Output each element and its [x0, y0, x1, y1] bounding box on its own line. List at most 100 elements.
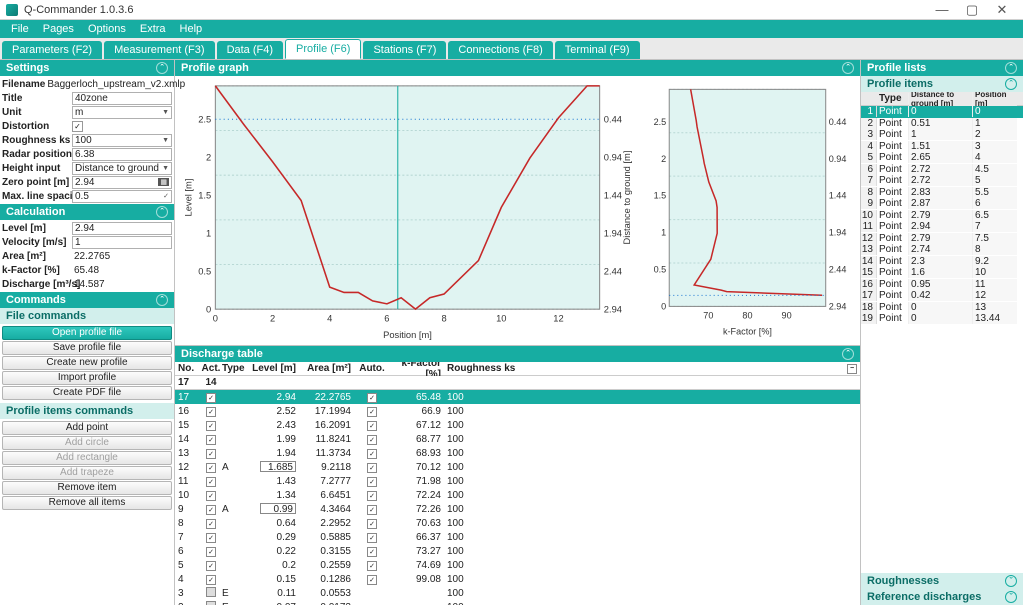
- checkbox[interactable]: ✓: [367, 463, 377, 473]
- kfactor-chart[interactable]: 00.511.522.5 0.440.941.441.942.442.94 70…: [640, 76, 860, 345]
- checkbox[interactable]: ✓: [206, 575, 216, 585]
- checkbox[interactable]: ✓: [206, 491, 216, 501]
- profile-item-row[interactable]: 7Point2.725: [861, 175, 1023, 187]
- checkbox[interactable]: ✓: [367, 449, 377, 459]
- expand-icon[interactable]: ˇ: [1005, 591, 1017, 603]
- discharge-row[interactable]: 13✓1.9411.3734✓68.93100: [175, 446, 860, 460]
- profile-item-row[interactable]: 14Point2.39.2: [861, 256, 1023, 268]
- tab-measurement-f3-[interactable]: Measurement (F3): [104, 41, 214, 59]
- distortion-checkbox[interactable]: ✓: [72, 121, 83, 132]
- collapse-icon[interactable]: ˆ: [156, 206, 168, 218]
- open-profile-button[interactable]: Open profile file: [2, 326, 172, 340]
- max-spacing-input[interactable]: 0.5✓: [72, 190, 172, 203]
- calculation-header[interactable]: Calculation ˆ: [0, 204, 174, 220]
- profile-chart[interactable]: 00.511.522.5 Level [m] 0.440.941.441.942…: [175, 76, 640, 345]
- discharge-row[interactable]: 4✓0.150.1286✓99.08100: [175, 572, 860, 586]
- calendar-icon[interactable]: ▦: [158, 178, 169, 186]
- tab-terminal-f9-[interactable]: Terminal (F9): [555, 41, 640, 59]
- checkbox[interactable]: ✓: [367, 547, 377, 557]
- remove-all-button[interactable]: Remove all items: [2, 496, 172, 510]
- unit-select[interactable]: m▼: [72, 106, 172, 119]
- minus-icon[interactable]: −: [847, 364, 857, 374]
- collapse-icon[interactable]: ˆ: [156, 294, 168, 306]
- profile-item-row[interactable]: 9Point2.876: [861, 198, 1023, 210]
- discharge-row[interactable]: 11✓1.437.2777✓71.98100: [175, 474, 860, 488]
- level-cell-input[interactable]: 1.685: [260, 461, 296, 472]
- close-button[interactable]: ✕: [987, 2, 1017, 18]
- import-profile-button[interactable]: Import profile: [2, 371, 172, 385]
- discharge-row[interactable]: 16✓2.5217.1994✓66.9100: [175, 404, 860, 418]
- settings-header[interactable]: Settings ˆ: [0, 60, 174, 76]
- checkbox[interactable]: ✓: [206, 533, 216, 543]
- discharge-row[interactable]: 3E0.110.0553100: [175, 586, 860, 600]
- tab-connections-f8-[interactable]: Connections (F8): [448, 41, 552, 59]
- save-profile-button[interactable]: Save profile file: [2, 341, 172, 355]
- profile-item-row[interactable]: 11Point2.947: [861, 221, 1023, 233]
- collapse-icon[interactable]: ˆ: [156, 62, 168, 74]
- profile-item-row[interactable]: 10Point2.796.5: [861, 210, 1023, 222]
- discharge-row[interactable]: 6✓0.220.3155✓73.27100: [175, 544, 860, 558]
- discharge-row[interactable]: 2E0.070.0173100: [175, 600, 860, 605]
- discharge-row[interactable]: 8✓0.642.2952✓70.63100: [175, 516, 860, 530]
- roughnesses-header[interactable]: Roughnesses ˇ: [861, 573, 1023, 589]
- checkbox[interactable]: ✓: [206, 477, 216, 487]
- remove-item-button[interactable]: Remove item: [2, 481, 172, 495]
- checkbox[interactable]: ✓: [367, 393, 377, 403]
- checkbox[interactable]: ✓: [367, 533, 377, 543]
- add-circle-button[interactable]: Add circle: [2, 436, 172, 450]
- minimize-button[interactable]: —: [927, 2, 957, 17]
- level-input[interactable]: 2.94: [72, 222, 172, 235]
- profile-item-row[interactable]: 8Point2.835.5: [861, 187, 1023, 199]
- profile-item-row[interactable]: 5Point2.654: [861, 152, 1023, 164]
- profile-graph-header[interactable]: Profile graph ˆ: [175, 60, 860, 76]
- profile-item-row[interactable]: 15Point1.610: [861, 267, 1023, 279]
- profile-item-row[interactable]: 12Point2.797.5: [861, 233, 1023, 245]
- checkbox[interactable]: ✓: [206, 449, 216, 459]
- add-trapeze-button[interactable]: Add trapeze: [2, 466, 172, 480]
- discharge-row[interactable]: 10✓1.346.6451✓72.24100: [175, 488, 860, 502]
- checkbox[interactable]: ✓: [206, 393, 216, 403]
- checkbox[interactable]: ✓: [367, 407, 377, 417]
- discharge-row[interactable]: 5✓0.20.2559✓74.69100: [175, 558, 860, 572]
- discharge-row[interactable]: 12✓A1.6859.2118✓70.12100: [175, 460, 860, 474]
- roughness-select[interactable]: 100▼: [72, 134, 172, 147]
- discharge-row[interactable]: 14✓1.9911.8241✓68.77100: [175, 432, 860, 446]
- menu-pages[interactable]: Pages: [36, 23, 81, 35]
- add-rectangle-button[interactable]: Add rectangle: [2, 451, 172, 465]
- commands-header[interactable]: Commands ˆ: [0, 292, 174, 308]
- profile-item-row[interactable]: 17Point0.4212: [861, 290, 1023, 302]
- checkbox[interactable]: ✓: [206, 407, 216, 417]
- radar-input[interactable]: 6.38: [72, 148, 172, 161]
- title-input[interactable]: 40zone: [72, 92, 172, 105]
- collapse-icon[interactable]: ˆ: [842, 62, 854, 74]
- menu-file[interactable]: File: [4, 23, 36, 35]
- expand-icon[interactable]: ˇ: [1005, 575, 1017, 587]
- tab-data-f4-[interactable]: Data (F4): [217, 41, 283, 59]
- checkbox[interactable]: ✓: [206, 435, 216, 445]
- height-input-select[interactable]: Distance to ground▼: [72, 162, 172, 175]
- checkbox[interactable]: ✓: [206, 421, 216, 431]
- profile-item-row[interactable]: 4Point1.513: [861, 141, 1023, 153]
- checkbox[interactable]: ✓: [367, 421, 377, 431]
- checkbox[interactable]: ✓: [367, 561, 377, 571]
- apply-icon[interactable]: ✓: [163, 192, 169, 200]
- tab-parameters-f2-[interactable]: Parameters (F2): [2, 41, 102, 59]
- reference-discharges-header[interactable]: Reference discharges ˇ: [861, 589, 1023, 605]
- create-profile-button[interactable]: Create new profile: [2, 356, 172, 370]
- tab-profile-f6-[interactable]: Profile (F6): [285, 39, 361, 59]
- checkbox[interactable]: ✓: [206, 547, 216, 557]
- profile-items-header[interactable]: Profile items ˆ: [861, 76, 1023, 92]
- create-pdf-button[interactable]: Create PDF file: [2, 386, 172, 400]
- discharge-table-header[interactable]: Discharge table ˆ: [175, 346, 860, 362]
- profile-item-row[interactable]: 13Point2.748: [861, 244, 1023, 256]
- add-point-button[interactable]: Add point: [2, 421, 172, 435]
- checkbox[interactable]: ✓: [367, 477, 377, 487]
- menu-help[interactable]: Help: [173, 23, 210, 35]
- checkbox[interactable]: ✓: [206, 519, 216, 529]
- velocity-input[interactable]: 1: [72, 236, 172, 249]
- checkbox[interactable]: ✓: [206, 505, 216, 515]
- discharge-row[interactable]: 15✓2.4316.2091✓67.12100: [175, 418, 860, 432]
- checkbox[interactable]: ✓: [206, 463, 216, 473]
- profile-item-row[interactable]: 3Point12: [861, 129, 1023, 141]
- profile-item-row[interactable]: 16Point0.9511: [861, 279, 1023, 291]
